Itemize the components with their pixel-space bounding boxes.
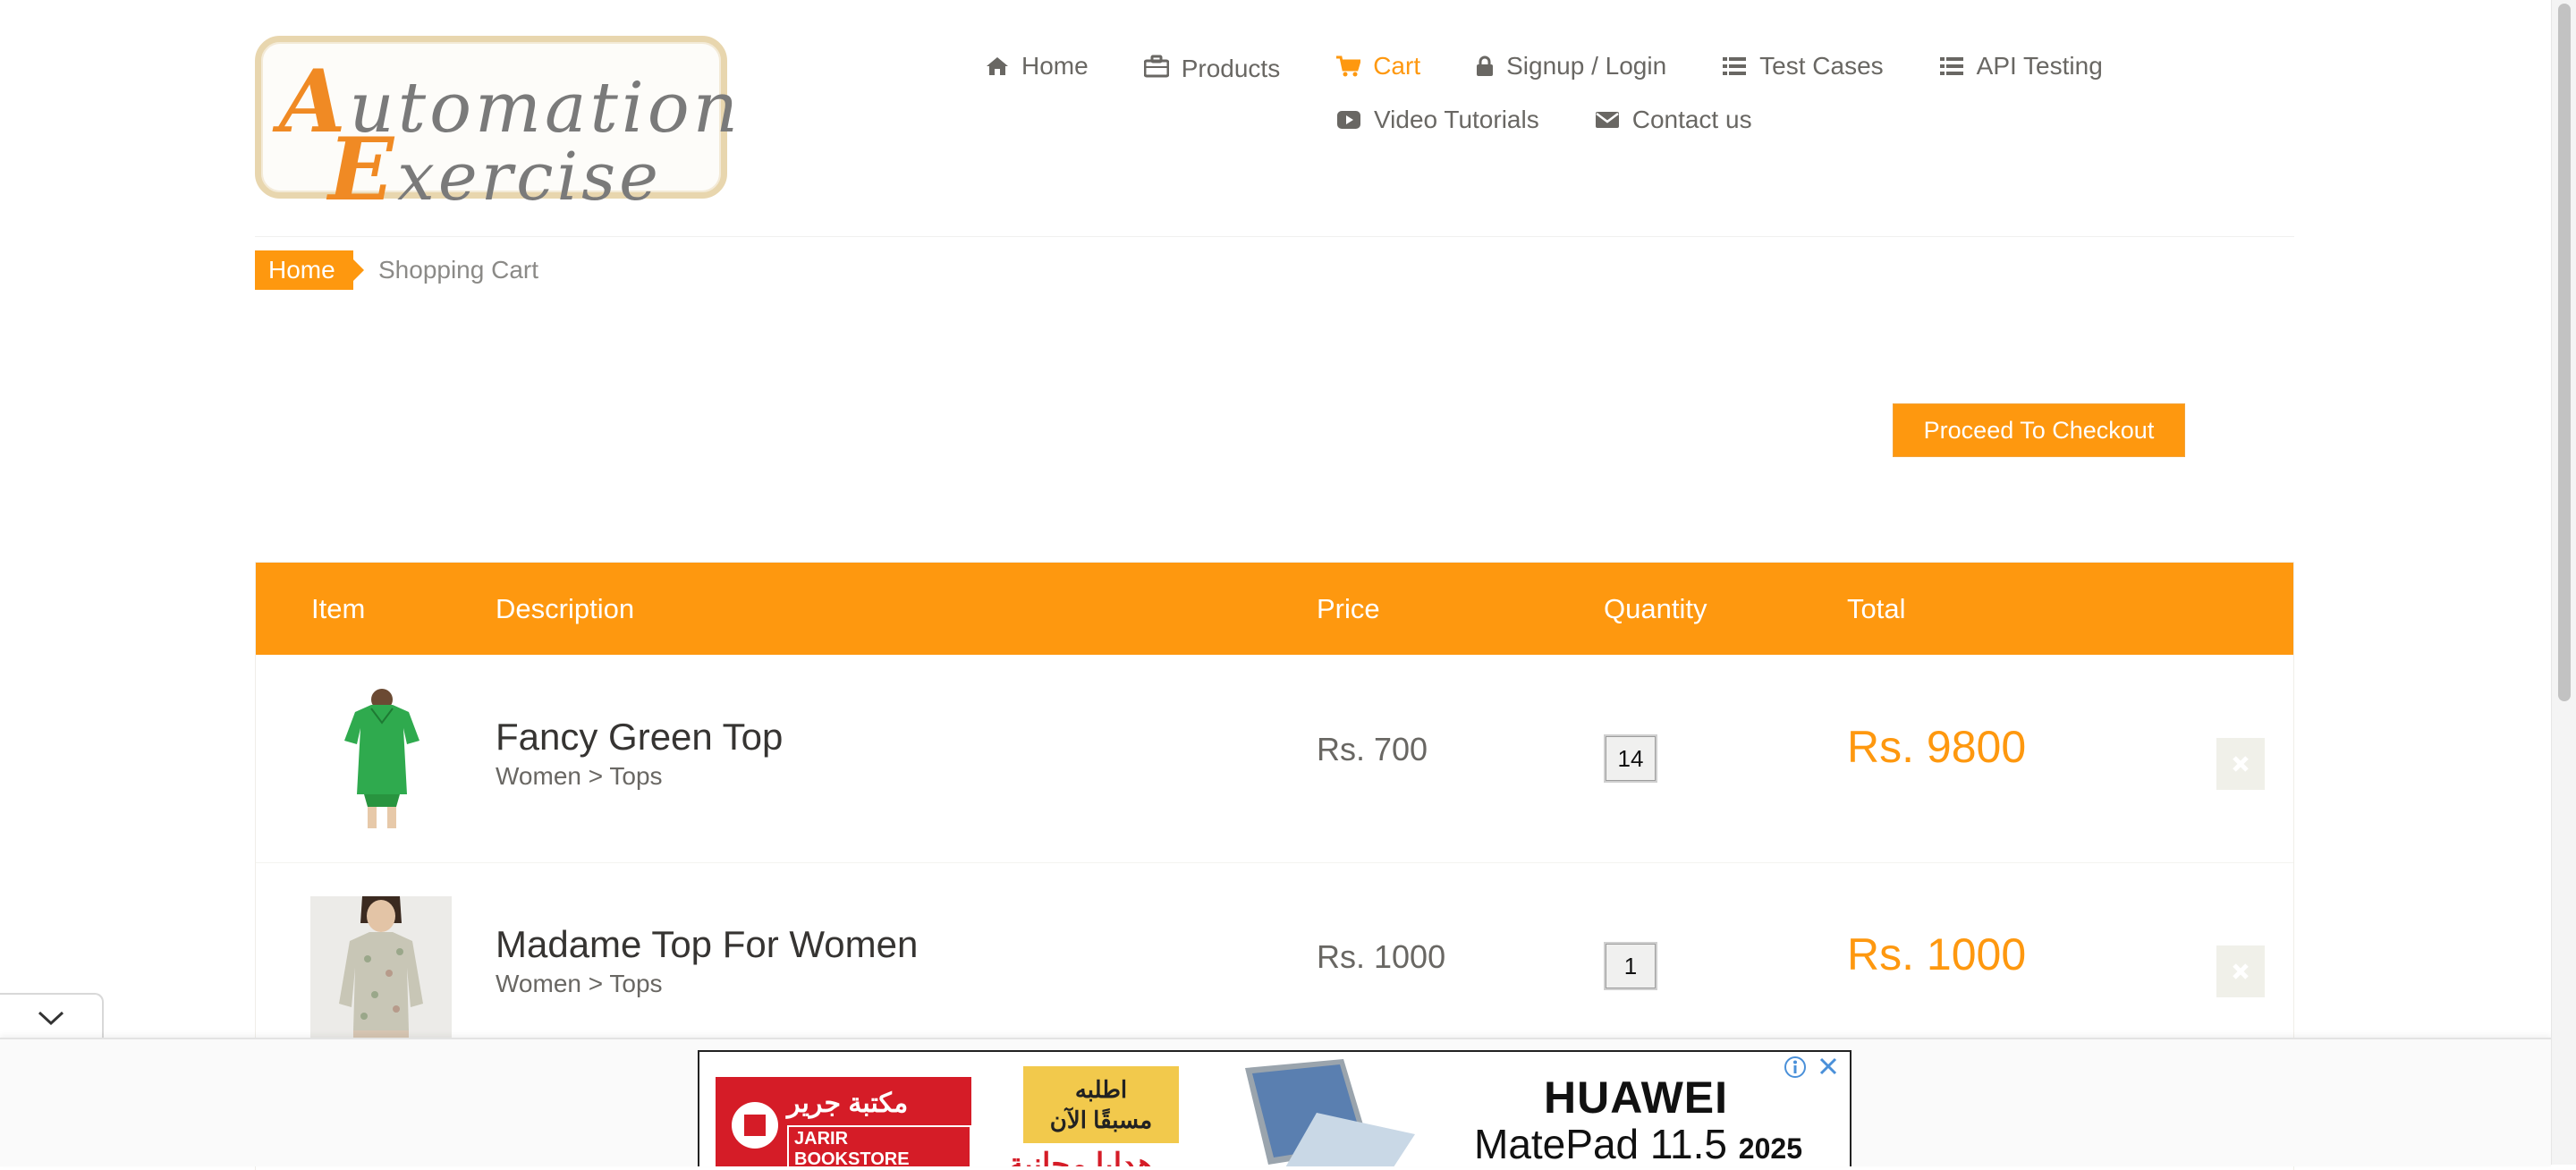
nav-home[interactable]: Home bbox=[986, 52, 1089, 81]
nav-contact-us-label: Contact us bbox=[1631, 106, 1752, 133]
home-icon bbox=[987, 57, 1008, 75]
scrollbar-thumb[interactable] bbox=[2558, 4, 2571, 701]
nav-home-label: Home bbox=[1021, 52, 1089, 80]
page: Automation Exercise Home Products Cart S… bbox=[0, 0, 2551, 1170]
nav-row-1: Home Products Cart Signup / Login Test C… bbox=[986, 52, 2158, 82]
promo-line-2: مسبقًا الآن bbox=[1049, 1106, 1153, 1133]
nav-video-tutorials[interactable]: Video Tutorials bbox=[1336, 106, 1539, 134]
close-icon bbox=[2233, 756, 2249, 772]
nav-cart[interactable]: Cart bbox=[1335, 52, 1420, 81]
ad-info-icon[interactable] bbox=[1784, 1056, 1807, 1079]
logo-text-2: xercise bbox=[397, 139, 662, 216]
product-price: Rs. 1000 bbox=[1317, 938, 1446, 975]
floral-top-image bbox=[310, 896, 452, 1039]
nav-test-cases-label: Test Cases bbox=[1759, 52, 1884, 80]
quantity-button[interactable]: 14 bbox=[1604, 734, 1657, 783]
table-row: Fancy Green Top Women > Tops Rs. 700 14 … bbox=[256, 655, 2293, 863]
envelope-icon bbox=[1595, 112, 1619, 128]
breadcrumb-current: Shopping Cart bbox=[378, 256, 539, 284]
ad-banner[interactable]: مكتبة جرير JARIR BOOKSTORE اطلبه مسبقًا … bbox=[698, 1050, 1852, 1166]
product-image-green-top[interactable] bbox=[310, 689, 452, 832]
cart-table-header: Item Description Price Quantity Total bbox=[256, 563, 2293, 655]
jarir-logo: مكتبة جرير JARIR BOOKSTORE bbox=[716, 1077, 971, 1166]
header-quantity: Quantity bbox=[1604, 593, 1707, 624]
nav-products-label: Products bbox=[1181, 55, 1281, 82]
product-category: Women > Tops bbox=[496, 970, 663, 997]
ad-collapse-toggle[interactable] bbox=[0, 993, 104, 1041]
ad-model-year: 2025 bbox=[1738, 1132, 1802, 1165]
green-top-image bbox=[310, 689, 452, 832]
proceed-to-checkout-button[interactable]: Proceed To Checkout bbox=[1893, 403, 2185, 457]
preorder-badge: اطلبه مسبقًا الآن bbox=[1023, 1066, 1179, 1143]
ad-model: MatePad 11.5 2025 bbox=[1474, 1120, 1802, 1166]
nav-row-2: Video Tutorials Contact us bbox=[1336, 106, 1808, 134]
nav-contact-us[interactable]: Contact us bbox=[1595, 106, 1752, 134]
jarir-english-text: JARIR BOOKSTORE bbox=[787, 1125, 971, 1166]
header-divider bbox=[255, 236, 2294, 237]
ad-brand: HUAWEI bbox=[1544, 1072, 1728, 1123]
product-total: Rs. 9800 bbox=[1847, 722, 2027, 772]
product-price: Rs. 700 bbox=[1317, 731, 1428, 767]
ad-model-name: MatePad 11.5 bbox=[1474, 1121, 1728, 1166]
shopping-cart-icon bbox=[1336, 55, 1361, 77]
nav-signup-login-label: Signup / Login bbox=[1506, 52, 1667, 80]
header-description: Description bbox=[496, 593, 635, 624]
nav-products[interactable]: Products bbox=[1143, 52, 1281, 82]
nav-signup-login[interactable]: Signup / Login bbox=[1476, 52, 1666, 81]
product-total: Rs. 1000 bbox=[1847, 929, 2027, 979]
header-total: Total bbox=[1847, 593, 1906, 624]
product-image-madame-top[interactable] bbox=[310, 896, 452, 1039]
lock-icon bbox=[1477, 55, 1494, 76]
ad-close-icon[interactable] bbox=[1816, 1054, 1841, 1079]
nav-video-tutorials-label: Video Tutorials bbox=[1374, 106, 1539, 133]
list-icon bbox=[1939, 57, 1963, 75]
main-nav: Home Products Cart Signup / Login Test C… bbox=[975, 52, 2209, 150]
nav-test-cases[interactable]: Test Cases bbox=[1722, 52, 1884, 81]
tablet-image bbox=[1245, 1059, 1415, 1166]
product-name[interactable]: Fancy Green Top bbox=[496, 716, 783, 759]
promo-red-text: هدايا مجانية bbox=[1008, 1148, 1154, 1166]
breadcrumb-home[interactable]: Home bbox=[255, 250, 364, 290]
logo-cap-e: E bbox=[328, 119, 398, 220]
youtube-play-icon bbox=[1337, 111, 1360, 129]
product-category: Women > Tops bbox=[496, 762, 663, 790]
product-name[interactable]: Madame Top For Women bbox=[496, 923, 918, 966]
nav-api-testing-label: API Testing bbox=[1976, 52, 2103, 80]
jarir-mark-icon bbox=[732, 1102, 778, 1149]
briefcase-icon bbox=[1143, 55, 1169, 78]
site-logo[interactable]: Automation Exercise bbox=[255, 36, 738, 220]
header-item: Item bbox=[311, 593, 366, 624]
header-price: Price bbox=[1317, 593, 1380, 624]
chevron-down-icon bbox=[38, 1011, 64, 1026]
nav-cart-label: Cart bbox=[1373, 52, 1421, 80]
logo-line-2: Exercise bbox=[328, 119, 662, 220]
promo-line-1: اطلبه bbox=[1074, 1076, 1128, 1103]
vertical-scrollbar[interactable] bbox=[2551, 0, 2576, 1165]
list-icon bbox=[1723, 57, 1747, 75]
delete-item-button[interactable] bbox=[2216, 945, 2265, 997]
ad-banner-bar: مكتبة جرير JARIR BOOKSTORE اطلبه مسبقًا … bbox=[0, 1038, 2551, 1166]
jarir-arabic-text: مكتبة جرير bbox=[787, 1089, 909, 1118]
nav-api-testing[interactable]: API Testing bbox=[1939, 52, 2103, 81]
delete-item-button[interactable] bbox=[2216, 738, 2265, 790]
close-icon bbox=[2233, 963, 2249, 979]
quantity-button[interactable]: 1 bbox=[1604, 942, 1657, 990]
